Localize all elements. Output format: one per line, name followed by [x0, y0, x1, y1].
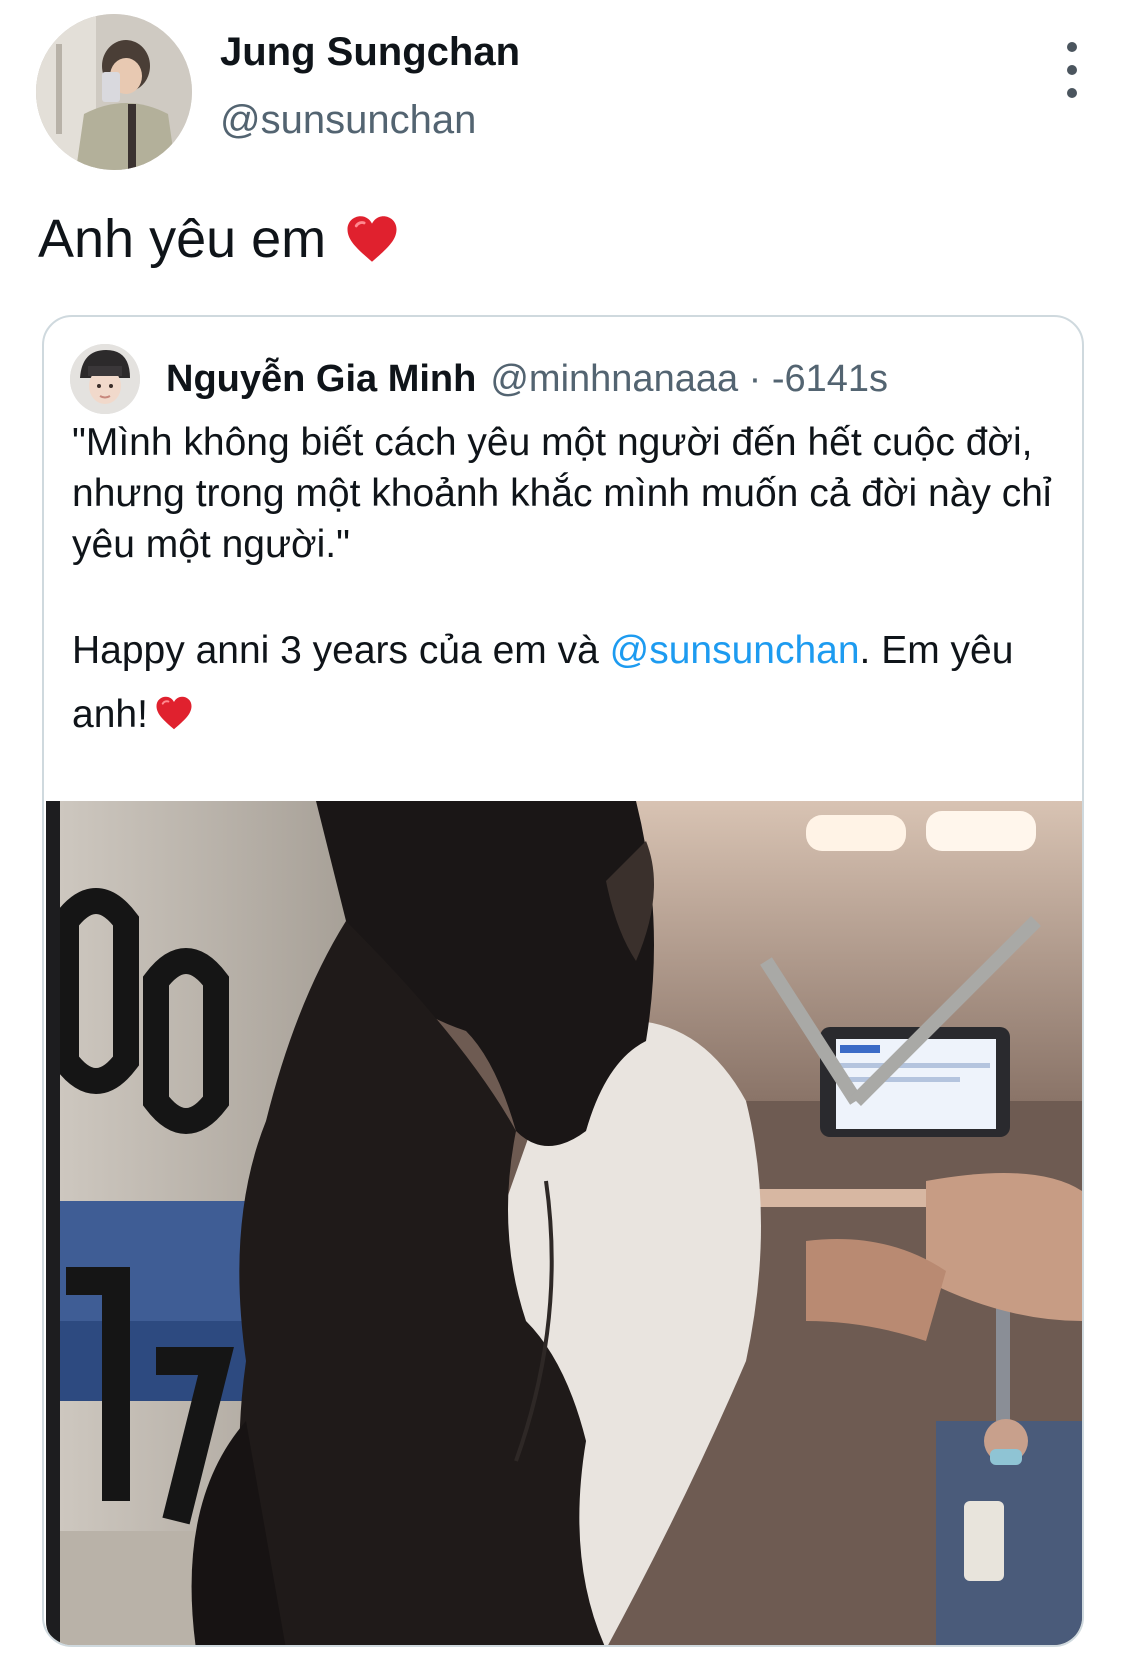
- mention-link[interactable]: @sunsunchan: [610, 629, 860, 672]
- tweet-text-body: Anh yêu em: [38, 209, 327, 269]
- quoted-tweet-card[interactable]: Nguyễn Gia Minh @minhnanaaa · -6141s "Mì…: [42, 315, 1084, 1647]
- quoted-tweet-line1: "Mình không biết cách yêu một người đến …: [72, 421, 1052, 566]
- quoted-author-avatar[interactable]: [70, 344, 140, 414]
- quoted-author-avatar-image: [70, 344, 140, 414]
- quoted-tweet-line2: Happy anni 3 years của em và @sunsunchan…: [72, 619, 1062, 747]
- author-avatar-image: [36, 14, 192, 170]
- red-heart-icon: [156, 696, 192, 730]
- more-dot: [1067, 65, 1077, 75]
- quoted-tweet-photo[interactable]: [46, 801, 1082, 1645]
- quoted-tweet-line2-before: Happy anni 3 years của em và: [72, 629, 610, 672]
- author-avatar[interactable]: [36, 14, 192, 170]
- author-name[interactable]: Jung Sungchan: [220, 30, 520, 75]
- tweet-text: Anh yêu em: [38, 208, 400, 270]
- quoted-tweet-text: "Mình không biết cách yêu một người đến …: [72, 417, 1062, 747]
- tweet-header: Jung Sungchan @sunsunchan: [36, 14, 1096, 170]
- author-handle[interactable]: @sunsunchan: [220, 98, 476, 143]
- quoted-tweet-header: Nguyễn Gia Minh @minhnanaaa · -6141s: [70, 343, 1070, 415]
- red-heart-icon: [347, 216, 397, 262]
- more-dot: [1067, 42, 1077, 52]
- quoted-author-name[interactable]: Nguyễn Gia Minh: [166, 358, 476, 401]
- quoted-author-handle-time: @minhnanaaa · -6141s: [490, 357, 889, 400]
- more-dot: [1067, 88, 1077, 98]
- bus-interior-photo: [46, 801, 1082, 1645]
- more-options-icon[interactable]: [1052, 42, 1092, 98]
